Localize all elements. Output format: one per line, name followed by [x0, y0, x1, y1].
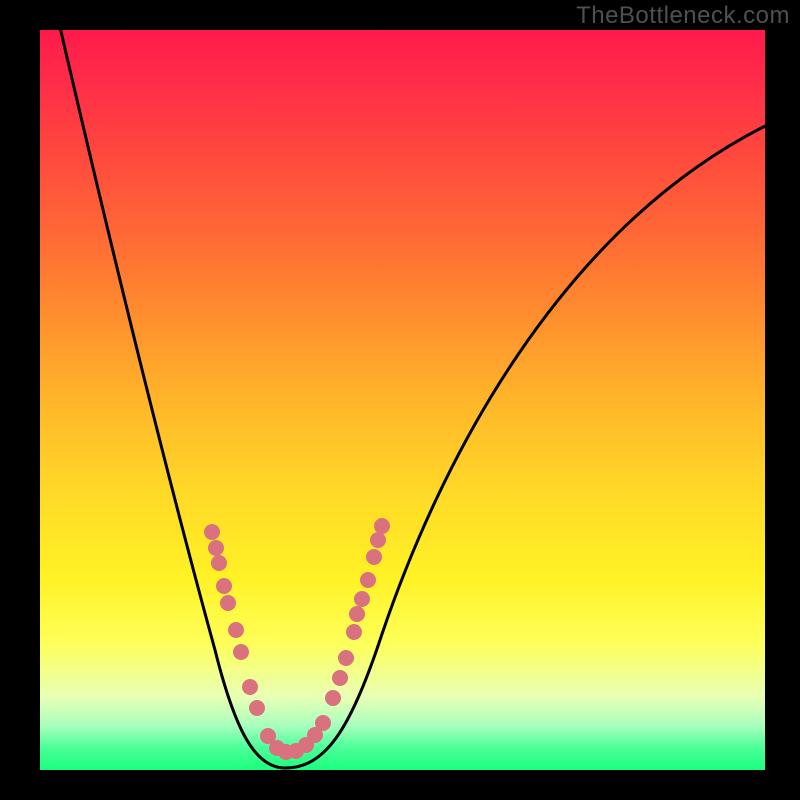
watermark-text: TheBottleneck.com [576, 2, 790, 30]
chart-svg [40, 30, 765, 770]
marker-left-2 [211, 555, 227, 571]
marker-right-6 [360, 572, 376, 588]
chart-frame: TheBottleneck.com [0, 0, 800, 800]
marker-bottom-6 [315, 715, 331, 731]
plot-area [40, 30, 765, 770]
marker-right-9 [374, 518, 390, 534]
marker-right-1 [332, 670, 348, 686]
marker-left-1 [208, 540, 224, 556]
series-group [56, 10, 765, 768]
marker-left-7 [242, 679, 258, 695]
marker-left-8 [249, 700, 265, 716]
marker-right-7 [366, 549, 382, 565]
marker-right-3 [346, 624, 362, 640]
marker-right-5 [354, 591, 370, 607]
marker-right-0 [325, 690, 341, 706]
marker-left-6 [233, 644, 249, 660]
marker-right-2 [338, 650, 354, 666]
marker-left-4 [220, 595, 236, 611]
marker-left-0 [204, 524, 220, 540]
marker-right-4 [349, 606, 365, 622]
marker-right-8 [370, 532, 386, 548]
marker-left-3 [216, 578, 232, 594]
curve-bottleneck-curve [56, 10, 765, 768]
markers-group [204, 518, 390, 760]
marker-left-5 [228, 622, 244, 638]
